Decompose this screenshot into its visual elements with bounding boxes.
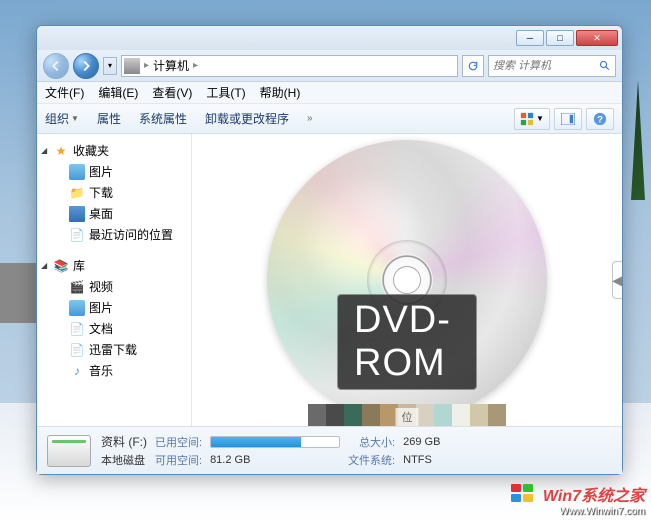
folder-icon	[69, 164, 85, 180]
color-swatch	[452, 404, 470, 426]
used-space-label: 已用空间:	[155, 434, 202, 450]
properties-button[interactable]: 属性	[97, 110, 121, 127]
close-button[interactable]: ✕	[576, 30, 618, 46]
thunder-icon: 📄	[69, 342, 85, 358]
disc-hole-icon	[393, 266, 421, 294]
arrow-left-icon	[49, 59, 63, 73]
swatch-caption: 位	[396, 408, 419, 426]
sidebar-item-recent[interactable]: 📄最近访问的位置	[37, 224, 191, 245]
watermark-title: Win7系统之家	[543, 482, 645, 506]
svg-text:?: ?	[597, 114, 603, 125]
history-dropdown[interactable]: ▾	[103, 57, 117, 75]
free-space-label: 可用空间:	[155, 452, 202, 468]
total-size-value: 269 GB	[403, 436, 440, 448]
details-pane: 资料 (F:) 已用空间: 总大小: 269 GB 本地磁盘 可用空间: 81.…	[37, 426, 622, 474]
sidebar-item-thunder[interactable]: 📄迅雷下载	[37, 339, 191, 360]
pictures-icon	[69, 300, 85, 316]
usage-fill	[211, 437, 301, 447]
color-swatch	[326, 404, 344, 426]
command-bar: 组织▼ 属性 系统属性 卸载或更改程序 » ▼ ?	[37, 104, 622, 134]
color-swatch	[308, 404, 326, 426]
favorites-header[interactable]: ★ 收藏夹	[37, 140, 191, 161]
refresh-icon	[467, 60, 479, 72]
back-button[interactable]	[43, 53, 69, 79]
menu-bar: 文件(F) 编辑(E) 查看(V) 工具(T) 帮助(H)	[37, 82, 622, 104]
free-space-value: 81.2 GB	[210, 454, 340, 466]
downloads-icon: 📁	[69, 185, 85, 201]
libraries-label: 库	[73, 257, 85, 274]
titlebar: ─ □ ✕	[37, 26, 622, 50]
preview-pane-button[interactable]	[554, 108, 582, 130]
dvd-disc-image: DVD-ROM	[267, 140, 547, 420]
video-icon: 🎬	[69, 279, 85, 295]
windows-logo-icon	[511, 484, 539, 504]
content-pane: DVD-ROM 位 ◀	[192, 134, 622, 426]
refresh-button[interactable]	[462, 55, 484, 77]
color-swatch	[344, 404, 362, 426]
computer-icon	[124, 58, 140, 74]
thumbnails-icon	[520, 112, 534, 126]
color-swatch	[416, 404, 434, 426]
menu-edit[interactable]: 编辑(E)	[98, 84, 138, 101]
sidebar-item-pictures-lib[interactable]: 图片	[37, 297, 191, 318]
filesystem-label: 文件系统:	[348, 452, 395, 468]
color-swatch	[434, 404, 452, 426]
filesystem-value: NTFS	[403, 454, 440, 466]
drive-name: 资料 (F:)	[101, 433, 147, 450]
favorites-label: 收藏夹	[73, 142, 109, 159]
uninstall-button[interactable]: 卸载或更改程序	[205, 110, 289, 127]
maximize-button[interactable]: □	[546, 30, 574, 46]
more-chevron[interactable]: »	[307, 113, 313, 124]
search-box[interactable]	[488, 55, 616, 77]
navigation-pane: ★ 收藏夹 图片 📁下载 桌面 📄最近访问的位置 📚 库 🎬视频 图片 📄文档 …	[37, 134, 192, 426]
arrow-right-icon	[79, 59, 93, 73]
libraries-header[interactable]: 📚 库	[37, 255, 191, 276]
sidebar-item-pictures[interactable]: 图片	[37, 161, 191, 182]
disk-type: 本地磁盘	[101, 452, 147, 468]
menu-file[interactable]: 文件(F)	[45, 84, 84, 101]
color-swatch	[362, 404, 380, 426]
address-text: 计算机	[153, 57, 189, 74]
menu-view[interactable]: 查看(V)	[152, 84, 192, 101]
sidebar-item-desktop[interactable]: 桌面	[37, 203, 191, 224]
total-size-label: 总大小:	[348, 434, 395, 450]
minimize-button[interactable]: ─	[516, 30, 544, 46]
search-icon	[599, 59, 611, 73]
help-button[interactable]: ?	[586, 108, 614, 130]
view-mode-button[interactable]: ▼	[514, 108, 550, 130]
system-properties-button[interactable]: 系统属性	[139, 110, 187, 127]
disc-label: DVD-ROM	[337, 294, 477, 390]
sidebar-item-downloads[interactable]: 📁下载	[37, 182, 191, 203]
music-icon: ♪	[69, 363, 85, 379]
address-bar[interactable]: ▸ 计算机 ▸	[121, 55, 458, 77]
search-input[interactable]	[493, 60, 595, 72]
menu-help[interactable]: 帮助(H)	[260, 84, 301, 101]
preview-collapse-handle[interactable]: ◀	[612, 261, 622, 299]
breadcrumb-arrow-icon: ▸	[144, 60, 149, 71]
recent-icon: 📄	[69, 227, 85, 243]
color-swatch	[470, 404, 488, 426]
organize-button[interactable]: 组织▼	[45, 110, 79, 127]
explorer-window: ─ □ ✕ ▾ ▸ 计算机 ▸ 文件(F) 编辑(E) 查看(V) 工具(T) …	[36, 25, 623, 475]
help-icon: ?	[593, 112, 607, 126]
library-icon: 📚	[53, 258, 69, 274]
preview-pane-icon	[561, 113, 575, 125]
sidebar-item-documents[interactable]: 📄文档	[37, 318, 191, 339]
drive-icon	[47, 435, 91, 467]
breadcrumb-arrow-icon[interactable]: ▸	[193, 60, 198, 71]
star-icon: ★	[53, 143, 69, 159]
watermark-url: Www.Winwin7.com	[559, 506, 645, 517]
document-icon: 📄	[69, 321, 85, 337]
sidebar-item-videos[interactable]: 🎬视频	[37, 276, 191, 297]
desktop-icon	[69, 206, 85, 222]
color-swatch	[488, 404, 506, 426]
watermark: Win7系统之家 Www.Winwin7.com	[511, 482, 645, 517]
usage-bar	[210, 436, 340, 448]
navigation-bar: ▾ ▸ 计算机 ▸	[37, 50, 622, 82]
forward-button[interactable]	[73, 53, 99, 79]
menu-tools[interactable]: 工具(T)	[206, 84, 245, 101]
sidebar-item-music[interactable]: ♪音乐	[37, 360, 191, 381]
